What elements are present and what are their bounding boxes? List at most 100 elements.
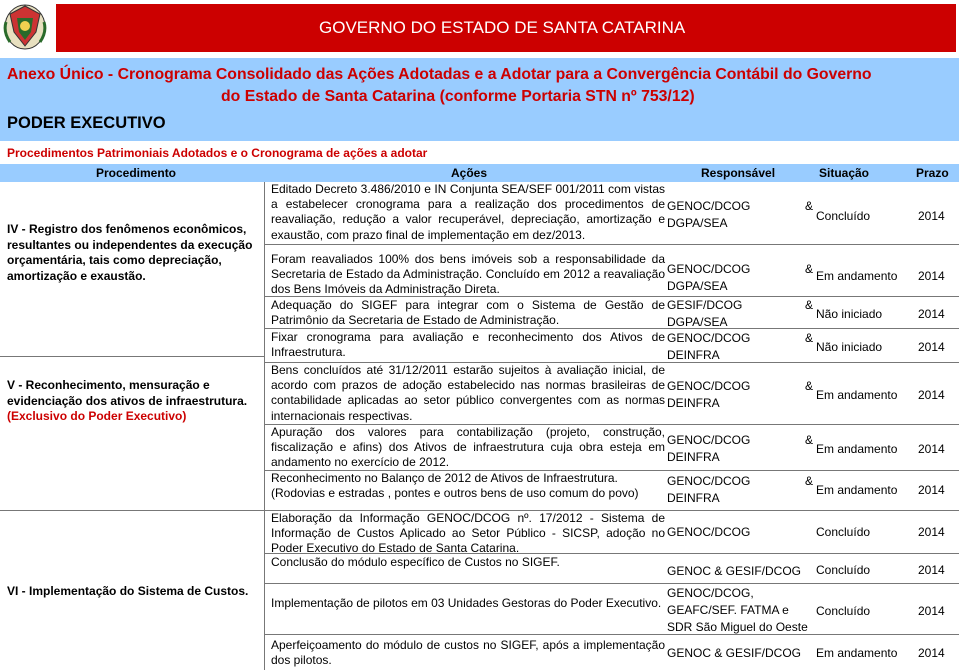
resp-line: GENOC/DCOG [667,525,751,539]
group-iv: IV - Registro dos fenômenos econômicos, … [7,222,257,284]
resp-line: DGPA/SEA [667,315,728,329]
responsavel: GENOC/DCOG & DEINFRA [667,432,813,466]
prazo: 2014 [918,442,945,456]
situacao: Em andamento [816,442,898,456]
col-acoes: Ações [451,166,488,180]
situacao: Concluído [816,209,871,223]
divider [264,244,959,245]
resp-line: GENOC/DCOG, [667,586,754,600]
subtitle: Procedimentos Patrimoniais Adotados e o … [7,146,428,160]
divider [264,583,959,584]
acao-text: Elaboração da Informação GENOC/DCOG nº. … [271,511,665,556]
situacao: Não iniciado [816,340,883,354]
resp-line: GENOC/DCOG [667,262,751,276]
amp: & [804,379,813,393]
amp: & [804,331,813,345]
situacao: Não iniciado [816,307,883,321]
resp-line: GENOC & GESIF/DCOG [667,646,802,660]
situacao: Concluído [816,525,871,539]
group-label: IV - Registro dos fenômenos econômicos, … [7,222,253,283]
group-v: V - Reconhecimento, mensuração e evidenc… [7,378,257,425]
acao-text: Apuração dos valores para contabilização… [271,425,665,470]
group-vi: VI - Implementação do Sistema de Custos. [7,584,257,600]
responsavel: GENOC/DCOG & DGPA/SEA [667,261,813,295]
banner-text: GOVERNO DO ESTADO DE SANTA CATARINA [319,18,686,37]
amp: & [804,199,813,213]
amp: & [804,474,813,488]
resp-line: DGPA/SEA [667,216,728,230]
situacao: Concluído [816,604,871,618]
prazo: 2014 [918,388,945,402]
amp: & [804,298,813,312]
resp-line: GESIF/DCOG [667,298,743,312]
col-prazo: Prazo [916,166,949,180]
coat-of-arms-icon [3,4,47,50]
acao-text: Fixar cronograma para avaliação e reconh… [271,330,665,360]
resp-line: DEINFRA [667,491,720,505]
prazo: 2014 [918,307,945,321]
group-note: (Exclusivo do Poder Executivo) [7,409,187,423]
divider [0,510,264,511]
prazo: 2014 [918,209,945,223]
responsavel: GENOC/DCOG [667,524,813,541]
resp-line: DEINFRA [667,348,720,362]
acao-text: Implementação de pilotos em 03 Unidades … [271,596,662,610]
resp-line: GENOC/DCOG [667,331,751,345]
acao-text: Editado Decreto 3.486/2010 e IN Conjunta… [271,182,665,242]
divider [264,182,265,670]
col-responsavel: Responsável [701,166,776,180]
prazo: 2014 [918,563,945,577]
responsavel: GENOC/DCOG & DEINFRA [667,330,813,364]
divider [264,634,959,635]
responsavel: GENOC & GESIF/DCOG [667,563,813,580]
resp-line: GENOC/DCOG [667,474,751,488]
resp-line: DGPA/SEA [667,279,728,293]
divider [0,356,264,357]
group-label: V - Reconhecimento, mensuração e evidenc… [7,378,248,408]
prazo: 2014 [918,604,945,618]
acao-line: Reconhecimento no Balanço de 2012 de Ati… [271,471,618,485]
acao-text: Adequação do SIGEF para integrar com o S… [271,298,665,328]
acao-note: (Rodovias e estradas , pontes e outros b… [271,486,639,501]
col-situacao: Situação [819,166,870,180]
resp-line: DEINFRA [667,450,720,464]
resp-line: SDR São Miguel do Oeste [667,620,808,634]
situacao: Concluído [816,563,871,577]
prazo: 2014 [918,525,945,539]
resp-line: GEAFC/SEF. FATMA e [667,603,789,617]
responsavel: GENOC/DCOG & DEINFRA [667,473,813,507]
acao-text: Aperfeiçoamento do módulo de custos no S… [271,638,665,668]
situacao: Em andamento [816,646,898,660]
table-header: Procedimento Ações Responsável Situação … [0,164,959,182]
prazo: 2014 [918,483,945,497]
acao-text: Reconhecimento no Balanço de 2012 de Ati… [271,471,665,501]
col-procedimento: Procedimento [96,166,177,180]
responsavel: GENOC/DCOG, GEAFC/SEF. FATMA e SDR São M… [667,585,813,636]
responsavel: GENOC/DCOG & DGPA/SEA [667,198,813,232]
resp-line: GENOC/DCOG [667,433,751,447]
banner: GOVERNO DO ESTADO DE SANTA CATARINA [56,4,956,52]
prazo: 2014 [918,646,945,660]
acao-text: Foram reavaliados 100% dos bens imóveis … [271,252,665,297]
amp: & [804,262,813,276]
resp-line: GENOC/DCOG [667,379,751,393]
situacao: Em andamento [816,388,898,402]
prazo: 2014 [918,340,945,354]
title-line-2: do Estado de Santa Catarina (conforme Po… [221,88,695,105]
poder-executivo: PODER EXECUTIVO [7,114,166,132]
title-line-1: Anexo Único - Cronograma Consolidado das… [7,66,872,83]
acao-text: Conclusão do módulo específico de Custos… [271,555,560,569]
prazo: 2014 [918,269,945,283]
resp-line: DEINFRA [667,396,720,410]
resp-line: GENOC & GESIF/DCOG [667,564,802,578]
resp-line: GENOC/DCOG [667,199,751,213]
group-label: VI - Implementação do Sistema de Custos. [7,584,249,598]
responsavel: GENOC/DCOG & DEINFRA [667,378,813,412]
amp: & [804,433,813,447]
responsavel: GENOC & GESIF/DCOG [667,645,813,662]
situacao: Em andamento [816,269,898,283]
responsavel: GESIF/DCOG & DGPA/SEA [667,297,813,331]
header: GOVERNO DO ESTADO DE SANTA CATARINA [0,0,959,58]
acao-text: Bens concluídos até 31/12/2011 estarão s… [271,363,665,423]
situacao: Em andamento [816,483,898,497]
